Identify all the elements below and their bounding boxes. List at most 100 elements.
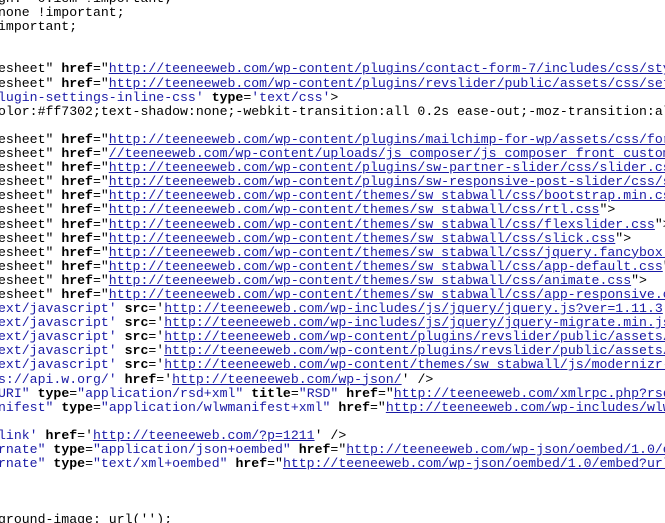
source-line: esheet" href="http://teeneeweb.com/wp-co… [0,286,665,302]
attribute-name: href [61,188,93,204]
source-text: esheet" [0,230,62,246]
attribute-value: lugin-settings-inline-css' [0,89,204,105]
source-text: "> [599,202,616,218]
attribute-name: href [45,427,78,443]
source-text: =' [156,371,173,387]
source-link[interactable]: http://teeneeweb.com/wp-content/themes/s… [109,287,665,302]
source-link[interactable]: http://teeneeweb.com/wp-content/themes/s… [109,231,615,246]
attribute-value: ext/javascript' [0,315,117,331]
source-text: esheet" [0,188,62,204]
source-text: =" [92,61,109,77]
source-line [0,48,665,62]
source-line: esheet" href="http://teeneeweb.com/wp-co… [0,131,665,147]
attribute-name: href [61,272,93,288]
source-link[interactable]: http://teeneeweb.com/wp-json/oembed/1.0/… [346,442,665,457]
attribute-name: href [61,131,93,147]
source-link[interactable]: http://teeneeweb.com/?p=1211 [93,428,315,443]
source-line: esheet" href="http://teeneeweb.com/wp-co… [0,189,665,203]
source-text: =" [92,131,109,147]
source-text: =" [92,272,109,288]
source-text: =" [92,160,109,176]
source-link[interactable]: http://teeneeweb.com/wp-content/plugins/… [109,160,665,175]
source-text: esheet" [0,244,62,260]
source-line: link' href='http://teeneeweb.com/?p=1211… [0,427,665,443]
source-text: esheet" [0,272,62,288]
source-line: s://api.w.org/' href='http://teeneeweb.c… [0,371,665,387]
source-line [0,119,665,133]
source-text: esheet" [0,286,62,302]
source-line: olor:#ff7302;text-shadow:none;-webkit-tr… [0,104,665,119]
source-text: =" [92,244,109,260]
source-link[interactable]: http://teeneeweb.com/wp-content/plugins/… [109,61,665,76]
source-line [0,471,665,485]
attribute-name: href [338,399,370,415]
source-text: = [85,456,93,472]
source-text [30,386,38,401]
source-text: = [290,385,299,401]
attribute-value: nifest" [0,399,54,415]
source-line: URI" type="application/rsd+xml" title="R… [0,385,665,401]
source-text [204,90,212,105]
source-text: "> [631,272,647,288]
source-line: ext/javascript' src='http://teeneeweb.co… [0,358,665,372]
source-line: esheet" href="http://teeneeweb.com/wp-co… [0,216,665,232]
source-text: important; [0,19,78,35]
source-text: =" [92,202,109,218]
source-text: =" [92,230,109,246]
attribute-name: href [298,442,331,457]
attribute-name: href [61,230,93,246]
source-text: =' [148,301,165,317]
source-link[interactable]: http://teeneeweb.com/wp-content/plugins/… [109,132,665,147]
source-line: esheet" href="http://teeneeweb.com/wp-co… [0,244,665,260]
source-text: > [330,89,339,105]
source-link[interactable]: http://teeneeweb.com/wp-content/themes/s… [164,357,665,372]
source-line: esheet" href="http://teeneeweb.com/wp-co… [0,62,665,76]
source-text: =" [92,286,109,302]
source-link[interactable]: http://teeneeweb.com/wp-content/themes/s… [109,217,655,232]
source-link[interactable]: http://teeneeweb.com/wp-includes/wlw [386,400,665,415]
source-text: =" [369,399,386,415]
attribute-name: src [124,329,149,345]
source-link[interactable]: http://teeneeweb.com/wp-includes/js/jque… [164,315,665,330]
source-link[interactable]: http://teeneeweb.com/wp-content/themes/s… [109,259,663,274]
source-link[interactable]: http://teeneeweb.com/wp-content/plugins/… [164,343,665,358]
source-link[interactable]: http://teeneeweb.com/wp-content/themes/s… [109,202,600,217]
attribute-name: href [61,61,93,77]
attribute-value: s://api.w.org/' [0,371,117,387]
source-link[interactable]: http://teeneeweb.com/wp-includes/js/jque… [164,301,663,316]
source-link[interactable]: http://teeneeweb.com/wp-content/plugins/… [164,329,665,344]
attribute-value: "application/wlwmanifest+xml" [100,399,331,415]
attribute-name: href [61,244,93,260]
source-text: =' [148,329,165,345]
source-link[interactable]: http://teeneeweb.com/wp-content/themes/s… [109,245,665,260]
source-line: ext/javascript' src='http://teeneeweb.co… [0,316,665,330]
source-link[interactable]: http://teeneeweb.com/xmlrpc.php?rsd [394,386,665,401]
attribute-value: ext/javascript' [0,343,117,359]
source-line: rnate" type="application/json+oembed" hr… [0,442,665,457]
source-text: esheet" [0,258,62,274]
attribute-value: ext/javascript' [0,357,117,373]
source-text: =" [92,258,109,274]
attribute-name: type [211,89,244,105]
source-line: esheet" href="http://teeneeweb.com/wp-co… [0,76,665,91]
attribute-name: href [61,286,93,302]
attribute-name: href [346,385,378,401]
attribute-value: ext/javascript' [0,329,117,345]
source-link[interactable]: http://teeneeweb.com/wp-content/themes/s… [109,188,665,203]
source-text: =' [148,343,165,359]
source-line: important; [0,20,665,34]
attribute-value: "application/json+oembed" [92,442,291,457]
attribute-name: type [53,442,86,457]
source-line: nifest" type="application/wlwmanifest+xm… [0,399,665,415]
source-text: = [92,399,101,415]
source-link[interactable]: http://teeneeweb.com/wp-json/oembed/1.0/… [283,456,665,471]
source-link[interactable]: //teeneeweb.com/wp-content/uploads/js_co… [109,146,665,161]
source-link[interactable]: http://teeneeweb.com/wp-content/plugins/… [109,76,665,91]
attribute-name: href [61,216,93,232]
source-text: ' /> [401,371,434,387]
source-link[interactable]: http://teeneeweb.com/wp-json/ [172,372,402,387]
source-link[interactable]: http://teeneeweb.com/wp-content/themes/s… [109,273,631,288]
source-link[interactable]: http://teeneeweb.com/wp-content/plugins/… [109,174,665,189]
source-line: ext/javascript' src='http://teeneeweb.co… [0,344,665,358]
source-line: esheet" href="http://teeneeweb.com/wp-co… [0,272,665,288]
